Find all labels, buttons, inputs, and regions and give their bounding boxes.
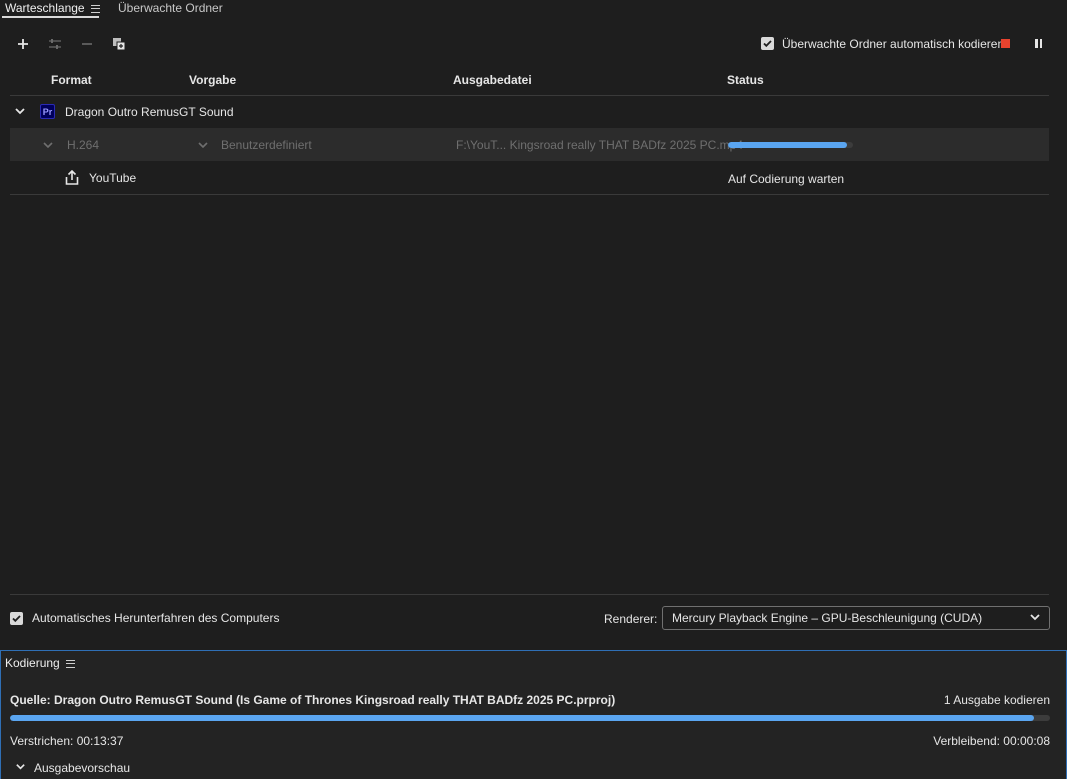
- auto-encode-label: Überwachte Ordner automatisch kodieren: [782, 37, 1005, 51]
- active-tab-indicator: [2, 16, 99, 18]
- source-name[interactable]: Dragon Outro RemusGT Sound: [65, 105, 234, 119]
- publish-destination[interactable]: YouTube: [89, 171, 136, 185]
- auto-shutdown-checkbox[interactable]: [10, 612, 23, 625]
- encoding-progress-bar: [10, 715, 1050, 721]
- chevron-down-icon: [1029, 608, 1041, 630]
- item-progress-fill: [728, 142, 847, 148]
- auto-shutdown-label: Automatisches Herunterfahren des Compute…: [32, 611, 280, 625]
- preset-dropdown-chevron-icon[interactable]: [197, 139, 209, 154]
- minus-icon[interactable]: [78, 35, 96, 53]
- elapsed-time: Verstrichen: 00:13:37: [10, 734, 124, 748]
- stop-icon[interactable]: [1001, 39, 1010, 48]
- encoding-source-line: Quelle: Dragon Outro RemusGT Sound (Is G…: [10, 693, 616, 707]
- plus-icon[interactable]: [14, 35, 32, 53]
- preset-value[interactable]: Benutzerdefiniert: [221, 138, 312, 152]
- duplicate-icon[interactable]: [110, 35, 128, 53]
- format-dropdown-chevron-icon[interactable]: [42, 139, 54, 154]
- header-divider: [10, 95, 1049, 96]
- share-icon: [65, 169, 79, 188]
- column-header-status[interactable]: Status: [727, 73, 764, 87]
- encoding-panel-title: Kodierung: [5, 656, 75, 670]
- renderer-value: Mercury Playback Engine – GPU-Beschleuni…: [672, 611, 983, 625]
- column-header-format[interactable]: Format: [51, 73, 92, 87]
- output-file-link[interactable]: F:\YouT... Kingsroad really THAT BADfz 2…: [456, 138, 743, 152]
- premiere-project-icon: Pr: [40, 104, 55, 119]
- renderer-label: Renderer:: [604, 612, 658, 626]
- footer-divider: [10, 594, 1049, 595]
- chevron-down-icon[interactable]: [15, 761, 26, 775]
- encoding-title-label: Kodierung: [5, 656, 60, 670]
- pause-icon[interactable]: [1034, 39, 1043, 48]
- format-value[interactable]: H.264: [67, 138, 99, 152]
- publish-status: Auf Codierung warten: [728, 172, 845, 186]
- remaining-time: Verbleibend: 00:00:08: [933, 734, 1050, 748]
- output-preview-toggle[interactable]: Ausgabevorschau: [34, 761, 130, 775]
- encoding-output-count: 1 Ausgabe kodieren: [943, 693, 1050, 707]
- auto-encode-checkbox[interactable]: [761, 37, 774, 50]
- item-progress-bar: [728, 142, 853, 148]
- tab-queue-label: Warteschlange: [5, 1, 85, 15]
- encoding-menu-icon[interactable]: [65, 659, 75, 668]
- renderer-select[interactable]: Mercury Playback Engine – GPU-Beschleuni…: [662, 606, 1050, 630]
- column-header-output[interactable]: Ausgabedatei: [453, 73, 532, 87]
- panel-menu-icon[interactable]: [90, 4, 100, 13]
- column-header-preset[interactable]: Vorgabe: [189, 73, 236, 87]
- sliders-icon[interactable]: [46, 35, 64, 53]
- encoding-progress-fill: [10, 715, 1035, 721]
- row-divider: [10, 194, 1049, 195]
- chevron-down-icon[interactable]: [14, 105, 26, 120]
- tab-watched-folders[interactable]: Überwachte Ordner: [118, 1, 223, 19]
